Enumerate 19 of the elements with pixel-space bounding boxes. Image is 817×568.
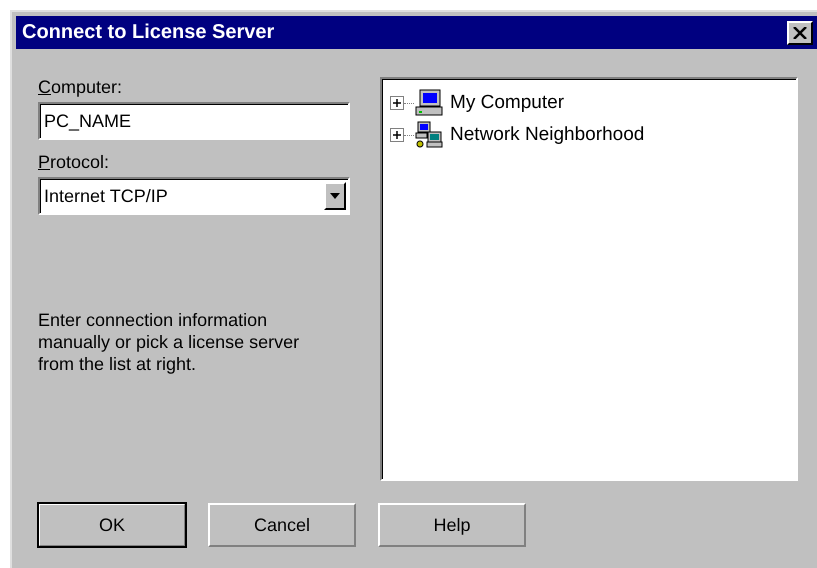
expand-icon[interactable] xyxy=(390,128,404,142)
computer-label: Computer: xyxy=(38,77,124,98)
protocol-dropdown[interactable]: Internet TCP/IP xyxy=(38,177,350,215)
close-button[interactable] xyxy=(787,20,813,44)
dropdown-button[interactable] xyxy=(324,182,346,210)
hint-text: Enter connection information manually or pick a license server from the list at right. xyxy=(38,309,300,375)
tree-item[interactable]: My Computer xyxy=(450,92,564,114)
computer-field[interactable]: PC_NAME xyxy=(38,102,350,140)
window-title: Connect to License Server xyxy=(22,21,274,44)
tree-item[interactable]: Network Neighborhood xyxy=(450,124,644,146)
close-icon xyxy=(793,26,807,38)
dialog-button[interactable]: OK xyxy=(38,503,186,547)
dialog-button[interactable]: Cancel xyxy=(208,503,356,547)
protocol-label: Protocol: xyxy=(38,152,110,173)
network-icon xyxy=(414,121,444,149)
dialog-button[interactable]: Help xyxy=(378,503,526,547)
caret-icon xyxy=(330,193,340,199)
expand-icon[interactable] xyxy=(390,96,404,110)
computer-icon xyxy=(414,89,444,117)
